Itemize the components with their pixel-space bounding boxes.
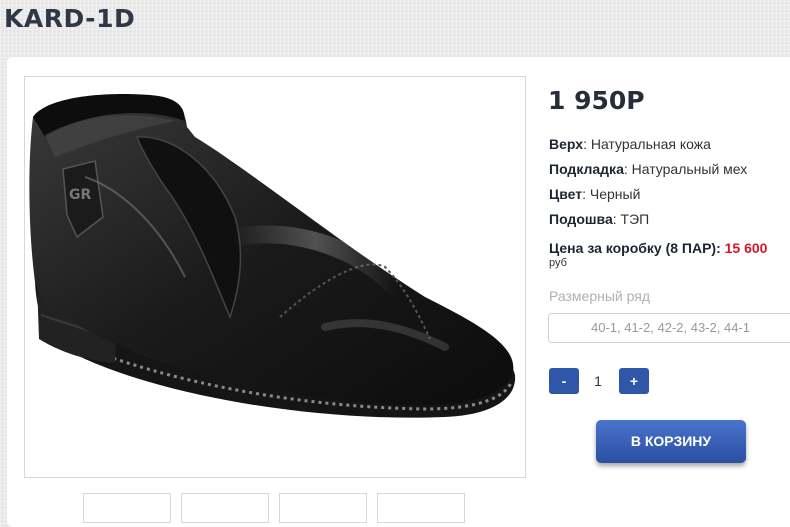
boot-photo-icon: GR (29, 93, 516, 418)
property-lining: Подкладка: Натуральный мех (549, 159, 747, 184)
property-value: : Натуральный мех (623, 161, 748, 177)
quantity-input[interactable]: 1 (580, 369, 616, 393)
box-price-value: 15 600 (724, 240, 768, 256)
size-range-label: Размерный ряд (549, 288, 651, 304)
thumbnail[interactable] (181, 493, 269, 523)
property-upper: Верх: Натуральная кожа (549, 134, 747, 159)
property-value: : Черный (582, 186, 641, 202)
property-label: Подошва (549, 211, 613, 227)
thumbnail[interactable] (279, 493, 367, 523)
size-range-select[interactable]: 40-1, 41-2, 42-2, 43-2, 44-1 (548, 313, 790, 343)
property-label: Цвет (549, 186, 583, 202)
property-label: Верх (549, 136, 584, 152)
quantity-plus-button[interactable]: + (619, 368, 649, 394)
property-sole: Подошва: ТЭП (549, 209, 747, 234)
quantity-minus-button[interactable]: - (549, 368, 579, 394)
property-value: : ТЭП (612, 211, 650, 227)
thumbnail[interactable] (377, 493, 465, 523)
box-price-currency: руб (549, 257, 567, 269)
product-photo[interactable]: GR (24, 76, 526, 478)
add-to-cart-button[interactable]: В КОРЗИНУ (596, 420, 746, 463)
product-properties: Верх: Натуральная кожа Подкладка: Натура… (549, 134, 747, 234)
box-price-label: Цена за коробку (8 ПАР): (549, 240, 725, 256)
thumbnail[interactable] (83, 493, 171, 523)
property-label: Подкладка (549, 161, 624, 177)
box-price: Цена за коробку (8 ПАР): 15 600 (549, 240, 767, 256)
property-value: : Натуральная кожа (583, 136, 711, 152)
property-color: Цвет: Черный (549, 184, 747, 209)
product-title: KARD-1D (4, 4, 136, 33)
svg-text:GR: GR (69, 187, 91, 203)
product-price: 1 950P (548, 86, 645, 115)
